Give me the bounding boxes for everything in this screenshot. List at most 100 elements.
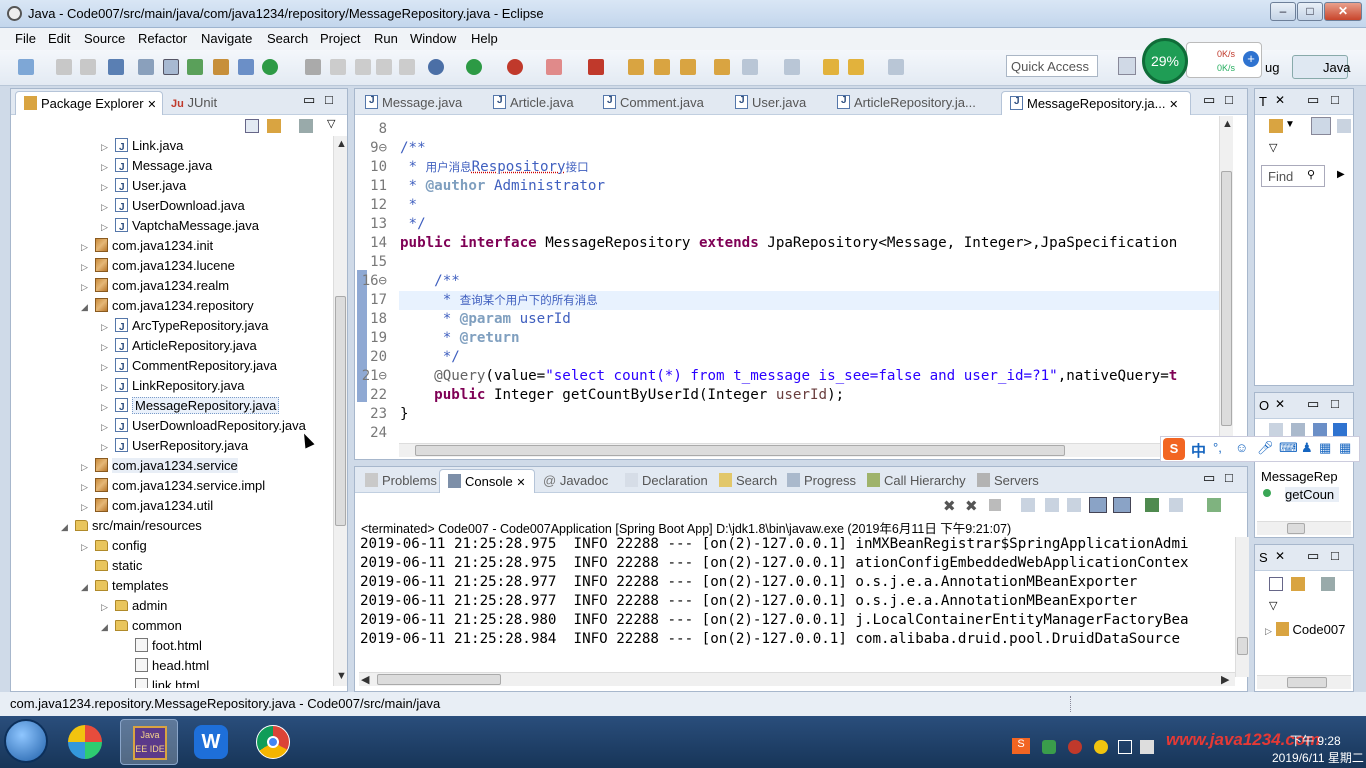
tray-security-icon[interactable]	[1068, 740, 1082, 754]
view-menu-icon[interactable]: ▽	[327, 117, 335, 130]
expand-icon[interactable]: ▷	[81, 537, 95, 557]
expand-icon[interactable]: ▷	[101, 197, 115, 217]
maximize-view-icon[interactable]: □	[1331, 396, 1339, 411]
menu-window[interactable]: Window	[410, 31, 456, 46]
menu-navigate[interactable]: Navigate	[201, 31, 252, 46]
new-icon[interactable]	[18, 59, 34, 75]
stop-console-icon[interactable]	[989, 499, 1001, 511]
servers-scrollbar[interactable]	[1257, 675, 1351, 689]
tray-network-icon[interactable]	[1118, 740, 1132, 754]
scroll-lock-icon[interactable]	[1045, 498, 1059, 512]
tree-item[interactable]: ▷ UserDownloadRepository.java	[101, 416, 306, 438]
clear-console-icon[interactable]	[1021, 498, 1035, 512]
task-list-tab[interactable]: T	[1259, 94, 1267, 109]
taskbar-app-browser[interactable]	[56, 719, 114, 765]
expand-icon[interactable]: ▷	[81, 277, 95, 297]
menu-help[interactable]: Help	[471, 31, 498, 46]
tree-item[interactable]: ▷ LinkRepository.java	[101, 376, 244, 398]
toolbox-icon[interactable]: ▦	[1319, 440, 1331, 456]
outline-type[interactable]: MessageRep	[1261, 469, 1339, 484]
hide-nonpublic-icon[interactable]	[1333, 423, 1347, 437]
debug-icon[interactable]	[428, 59, 444, 75]
scroll-thumb[interactable]	[1237, 637, 1248, 655]
refresh-icon[interactable]	[187, 59, 203, 75]
maximize-view-icon[interactable]: □	[325, 92, 333, 107]
scroll-thumb[interactable]	[1221, 171, 1232, 426]
taskbar-app-wps[interactable]: W	[182, 719, 240, 765]
editor-tab-article-repository[interactable]: ArticleRepository.ja...	[829, 91, 984, 115]
tree-item[interactable]: foot.html	[121, 636, 202, 656]
remove-all-icon[interactable]: ✖	[965, 497, 978, 515]
minimize-button[interactable]: ‒	[1270, 2, 1296, 21]
expand-icon[interactable]: ▷	[101, 597, 115, 617]
close-icon[interactable]: ✕	[1275, 549, 1285, 563]
code-area[interactable]: /** * 用户消息Respository接口 * @author Admini…	[400, 114, 1218, 452]
console-vertical-scrollbar[interactable]	[1235, 537, 1249, 677]
stop-icon[interactable]	[546, 59, 562, 75]
close-icon[interactable]: ✕	[516, 477, 525, 489]
print-icon[interactable]	[108, 59, 124, 75]
editor-tab-message[interactable]: Message.java	[357, 91, 470, 115]
chinese-mode-icon[interactable]: 中	[1191, 440, 1206, 461]
expand-icon[interactable]: ▷	[101, 337, 115, 357]
annotation-icon[interactable]	[742, 59, 758, 75]
show-on-stderr-icon[interactable]	[1113, 497, 1131, 513]
close-icon[interactable]: ✕	[1275, 397, 1285, 411]
terminate-icon[interactable]: ✖	[943, 497, 956, 515]
tree-item[interactable]: ▷ ArcTypeRepository.java	[101, 316, 268, 338]
console-horizontal-scrollbar[interactable]: ◀ ▶	[359, 672, 1235, 686]
scroll-thumb[interactable]	[1287, 677, 1327, 688]
tree-item[interactable]: ▷ admin	[101, 596, 167, 616]
keyboard-icon[interactable]: ⌨	[1279, 440, 1298, 456]
expand-icon[interactable]: ▷	[101, 317, 115, 337]
outline-scrollbar[interactable]	[1257, 521, 1351, 535]
tree-item[interactable]: ▷ com.java1234.util	[81, 496, 213, 516]
open-resource-icon[interactable]	[654, 59, 670, 75]
start-button[interactable]	[4, 719, 48, 763]
outline-method[interactable]: getCoun	[1285, 487, 1339, 502]
expand-icon[interactable]: ▷	[1265, 626, 1272, 636]
grid-icon[interactable]: ▦	[1339, 440, 1351, 456]
expand-icon[interactable]: ▷	[101, 357, 115, 377]
format-icon[interactable]	[376, 59, 392, 75]
tab-servers[interactable]: Servers	[969, 469, 1047, 493]
pen-icon[interactable]	[330, 59, 346, 75]
menu-file[interactable]: File	[15, 31, 36, 46]
focus-icon[interactable]	[1337, 119, 1351, 133]
tree-item[interactable]: ▷ UserDownload.java	[101, 196, 245, 218]
categorize-icon[interactable]	[1311, 117, 1331, 135]
collapse-all-icon[interactable]	[245, 119, 259, 133]
memory-gauge[interactable]: 29%	[1142, 38, 1188, 84]
console-output[interactable]: 2019-06-11 21:25:28.975 INFO 22288 --- […	[358, 534, 1230, 654]
quick-access-input[interactable]: Quick Access	[1006, 55, 1098, 77]
scroll-up-icon[interactable]: ▲	[1222, 118, 1233, 130]
collapse-icon[interactable]: ◢	[81, 297, 95, 317]
scroll-left-icon[interactable]: ◀	[361, 673, 369, 686]
tree-item[interactable]: ◢ com.java1234.repository	[81, 296, 254, 316]
tree-item[interactable]: ▷ User.java	[101, 176, 186, 198]
run-external-icon[interactable]	[507, 59, 523, 75]
last-edit-icon[interactable]	[823, 59, 839, 75]
minimize-view-icon[interactable]: ▭	[1307, 92, 1319, 108]
tray-ime-icon[interactable]: S	[1012, 738, 1030, 754]
scroll-right-icon[interactable]: ▶	[1221, 673, 1229, 686]
show-on-stdout-icon[interactable]	[1089, 497, 1107, 513]
minimize-view-icon[interactable]: ▭	[303, 92, 315, 108]
expand-icon[interactable]: ▷	[81, 257, 95, 277]
expand-icon[interactable]: ▷	[101, 397, 115, 417]
outline-tab[interactable]: O	[1259, 398, 1269, 413]
expand-icon[interactable]: ▷	[101, 377, 115, 397]
collapse-icon[interactable]: ◢	[101, 617, 115, 637]
maximize-editor-icon[interactable]: □	[1225, 92, 1233, 107]
hide-static-icon[interactable]	[1313, 423, 1327, 437]
open-perspective-icon[interactable]	[1118, 57, 1136, 75]
tray-plus-icon[interactable]	[1094, 740, 1108, 754]
tree-item[interactable]: ◢ common	[101, 616, 182, 636]
tab-declaration[interactable]: Declaration	[617, 469, 716, 493]
external-tools-icon[interactable]	[588, 59, 604, 75]
word-wrap-icon[interactable]	[1067, 498, 1081, 512]
find-input[interactable]: Find	[1261, 165, 1325, 187]
scroll-down-icon[interactable]: ▼	[336, 670, 347, 682]
menu-refactor[interactable]: Refactor	[138, 31, 187, 46]
new-class-icon[interactable]	[238, 59, 254, 75]
